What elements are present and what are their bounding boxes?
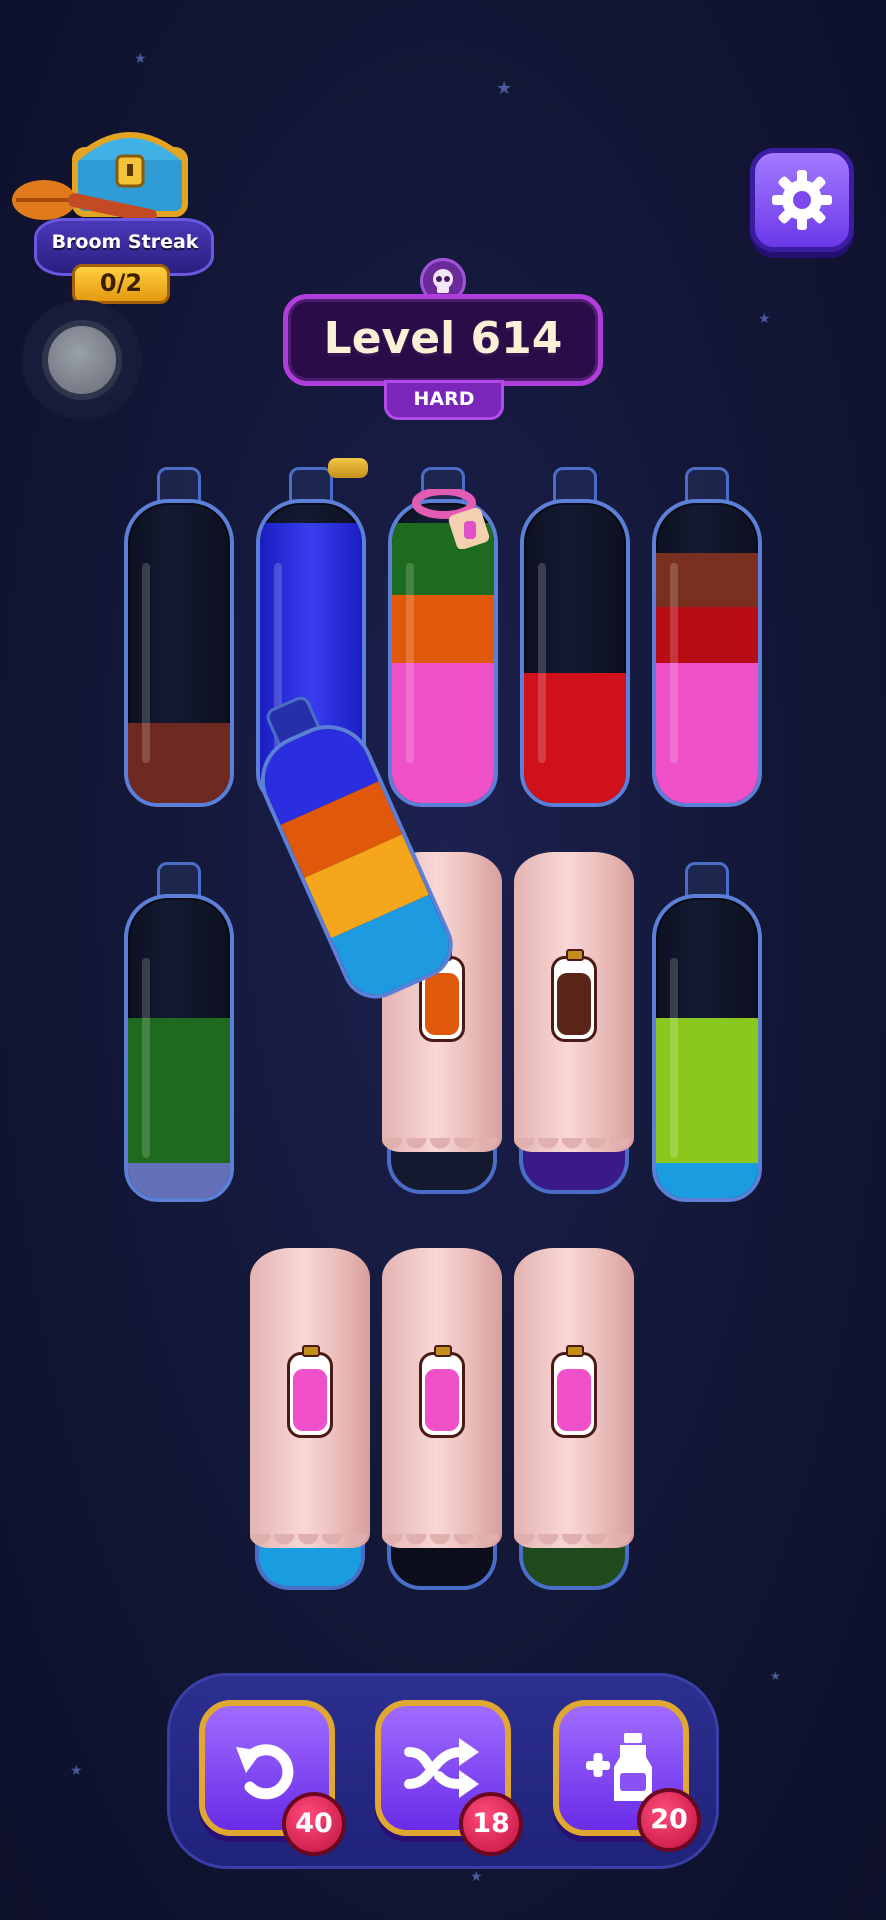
ribbon-tag-icon bbox=[412, 489, 490, 549]
bottle-5[interactable] bbox=[652, 467, 762, 807]
add-bottle-count-badge: 20 bbox=[637, 1788, 701, 1852]
streak-title: Broom Streak bbox=[51, 231, 199, 253]
liquid-cyan bbox=[656, 1163, 758, 1198]
hint-bottle-icon bbox=[551, 1345, 597, 1438]
joystick[interactable] bbox=[22, 300, 142, 420]
bottle-6[interactable] bbox=[124, 862, 234, 1202]
shuffle-count-badge: 18 bbox=[459, 1792, 523, 1856]
covered-bottle-2[interactable] bbox=[514, 852, 634, 1197]
joystick-knob[interactable] bbox=[42, 320, 122, 400]
hint-bottle-icon bbox=[287, 1345, 333, 1438]
gear-icon bbox=[772, 170, 832, 230]
settings-button[interactable] bbox=[750, 148, 854, 252]
bottle-3[interactable] bbox=[388, 467, 498, 807]
undo-count-badge: 40 bbox=[282, 1792, 346, 1856]
level-title: Level 614 bbox=[283, 294, 603, 386]
liquid-lavender bbox=[128, 1163, 230, 1198]
bottle-1[interactable] bbox=[124, 467, 234, 807]
covered-bottle-3[interactable] bbox=[250, 1248, 370, 1593]
streak-count: 0/2 bbox=[72, 264, 170, 304]
cork bbox=[328, 458, 368, 478]
hint-bottle-icon bbox=[419, 1345, 465, 1438]
difficulty-badge: HARD bbox=[384, 380, 504, 420]
hint-bottle-icon bbox=[551, 949, 597, 1042]
covered-bottle-4[interactable] bbox=[382, 1248, 502, 1593]
bottle-4[interactable] bbox=[520, 467, 630, 807]
bottle-9[interactable] bbox=[652, 862, 762, 1202]
shuffle-icon bbox=[404, 1738, 479, 1798]
undo-icon bbox=[236, 1744, 294, 1800]
covered-bottle-5[interactable] bbox=[514, 1248, 634, 1593]
broom-streak-widget[interactable]: Broom Streak 0/2 bbox=[12, 118, 214, 304]
